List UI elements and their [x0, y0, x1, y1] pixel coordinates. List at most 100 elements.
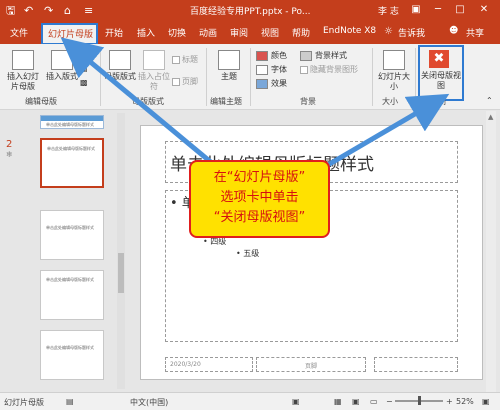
- document-title: 百度经验专用PPT.pptx - Po...: [190, 7, 311, 17]
- ribbon-options-icon[interactable]: ▣: [408, 2, 424, 18]
- share-icon[interactable]: ☻: [449, 26, 458, 36]
- customize-icon[interactable]: ≡: [84, 4, 93, 18]
- background-styles-icon: [300, 50, 312, 61]
- group-edit-theme: 编辑主题: [210, 97, 242, 106]
- status-view: 幻灯片母版: [4, 398, 44, 407]
- theme-label: 主题: [221, 72, 237, 81]
- share-button[interactable]: 共享: [466, 26, 484, 39]
- insert-layout-icon: [51, 50, 73, 70]
- layout-thumbnail[interactable]: 单击此处编辑母版标题样式: [40, 330, 104, 380]
- slide-size-button[interactable]: 幻灯片大小: [376, 50, 412, 92]
- insert-master-icon: [12, 50, 34, 70]
- tab-transitions[interactable]: 切换: [168, 26, 186, 39]
- fit-window-icon[interactable]: ▣: [482, 397, 490, 406]
- title-checkbox[interactable]: 标题: [172, 54, 198, 65]
- group-edit-master: 编辑母版: [25, 97, 57, 106]
- footer-checkbox-label: 页脚: [182, 77, 198, 86]
- zoom-slider-knob[interactable]: [418, 396, 421, 405]
- tab-help[interactable]: 帮助: [292, 26, 310, 39]
- undo-icon[interactable]: ↶: [24, 4, 33, 18]
- layout-thumbnail-caption: 单击此处编辑母版标题样式: [46, 345, 94, 350]
- zoom-out-icon[interactable]: −: [386, 397, 393, 406]
- callout-line-3: “关闭母版视图”: [213, 210, 306, 225]
- theme-icon: [218, 50, 240, 70]
- colors-label: 颜色: [271, 51, 287, 60]
- separator: [100, 48, 101, 106]
- fonts-icon: [256, 64, 268, 75]
- effects-button[interactable]: 效果: [256, 78, 287, 89]
- close-master-view-button[interactable]: 关闭母版视图: [420, 71, 462, 91]
- save-icon[interactable]: 🖫: [6, 4, 15, 18]
- rename-icon[interactable]: ▤: [80, 64, 88, 73]
- insert-layout-button[interactable]: 插入版式: [46, 50, 78, 82]
- status-language[interactable]: 中文(中国): [130, 397, 168, 408]
- hide-background-label: 隐藏背景图形: [310, 65, 358, 74]
- separator: [206, 48, 207, 106]
- collapse-ribbon-icon[interactable]: ⌃: [486, 96, 493, 105]
- editing-scrollbar[interactable]: [486, 111, 496, 392]
- callout-line-2: 选项卡中单击: [220, 190, 299, 205]
- group-master-layout: 母版版式: [132, 97, 164, 106]
- master-thumbnail[interactable]: 单击此处编辑母版标题样式: [40, 115, 104, 129]
- close-master-icon[interactable]: ✖: [429, 50, 449, 68]
- scroll-up-icon[interactable]: ▲: [488, 113, 493, 121]
- colors-button[interactable]: 颜色: [256, 50, 287, 61]
- insert-placeholder-label: 插入占位符: [138, 72, 170, 91]
- tab-file[interactable]: 文件: [10, 26, 28, 39]
- thumbnail-scrollbar[interactable]: [117, 113, 125, 389]
- background-styles-label: 背景样式: [315, 51, 347, 60]
- hide-background-checkbox[interactable]: 隐藏背景图形: [300, 64, 358, 75]
- reading-view-icon[interactable]: ▣: [352, 397, 360, 406]
- slide-number-placeholder[interactable]: [374, 357, 458, 372]
- thumbnail-scroll-thumb[interactable]: [118, 253, 124, 293]
- tab-animations[interactable]: 动画: [199, 26, 217, 39]
- effects-label: 效果: [271, 79, 287, 88]
- tab-home[interactable]: 开始: [105, 26, 123, 39]
- insert-master-label: 插入幻灯片母版: [7, 72, 39, 91]
- group-size: 大小: [382, 97, 398, 106]
- master-layout-button[interactable]: 母版版式: [104, 50, 136, 82]
- tab-endnote[interactable]: EndNote X8: [323, 26, 376, 36]
- insert-placeholder-button[interactable]: 插入占位符: [138, 50, 170, 92]
- normal-view-icon[interactable]: ▣: [292, 397, 300, 406]
- callout-line-1: 在“幻灯片母版”: [213, 170, 306, 185]
- layout-thumbnail[interactable]: 单击此处编辑母版标题样式: [40, 210, 104, 260]
- effects-icon: [256, 78, 268, 89]
- delete-icon[interactable]: ✖: [80, 50, 87, 59]
- slide-size-label: 幻灯片大小: [378, 72, 410, 91]
- preserve-icon[interactable]: ▩: [80, 78, 88, 87]
- separator: [250, 48, 251, 106]
- maximize-icon[interactable]: □: [452, 2, 468, 18]
- layout-thumbnail[interactable]: 单击此处编辑母版标题样式: [40, 270, 104, 320]
- footer-placeholder[interactable]: 页脚: [256, 357, 366, 372]
- zoom-level[interactable]: 52%: [456, 397, 474, 406]
- lightbulb-icon[interactable]: ☼: [384, 26, 393, 37]
- layout-thumbnail[interactable]: 单击此处编辑母版标题样式: [40, 138, 104, 188]
- background-styles-button[interactable]: 背景样式: [300, 50, 347, 61]
- slideshow-icon[interactable]: ▭: [370, 397, 378, 406]
- minimize-icon[interactable]: ─: [430, 2, 446, 18]
- insert-layout-label: 插入版式: [46, 72, 78, 81]
- insert-master-button[interactable]: 插入幻灯片母版: [4, 50, 42, 92]
- pin-icon: ❄: [6, 150, 13, 159]
- tab-view[interactable]: 视图: [261, 26, 279, 39]
- separator: [372, 48, 373, 106]
- date-placeholder[interactable]: 2020/3/20: [165, 357, 253, 372]
- start-icon[interactable]: ⌂: [64, 4, 71, 18]
- tab-highlight-box: [41, 23, 98, 45]
- layout-thumbnail-caption: 单击此处编辑母版标题样式: [47, 146, 95, 151]
- footer-checkbox[interactable]: 页脚: [172, 76, 198, 87]
- fonts-button[interactable]: 字体: [256, 64, 287, 75]
- sorter-view-icon[interactable]: ▦: [334, 397, 342, 406]
- language-icon[interactable]: ▤: [66, 397, 74, 406]
- tab-insert[interactable]: 插入: [137, 26, 155, 39]
- theme-button[interactable]: 主题: [214, 50, 244, 82]
- close-window-icon[interactable]: ✕: [476, 2, 492, 18]
- zoom-in-icon[interactable]: +: [446, 397, 453, 406]
- redo-icon[interactable]: ↷: [44, 4, 53, 18]
- tab-review[interactable]: 审阅: [230, 26, 248, 39]
- tell-me[interactable]: 告诉我: [398, 26, 425, 39]
- colors-icon: [256, 50, 268, 61]
- user-name[interactable]: 李 志: [378, 4, 399, 17]
- layout-thumbnail-caption: 单击此处编辑母版标题样式: [46, 225, 94, 230]
